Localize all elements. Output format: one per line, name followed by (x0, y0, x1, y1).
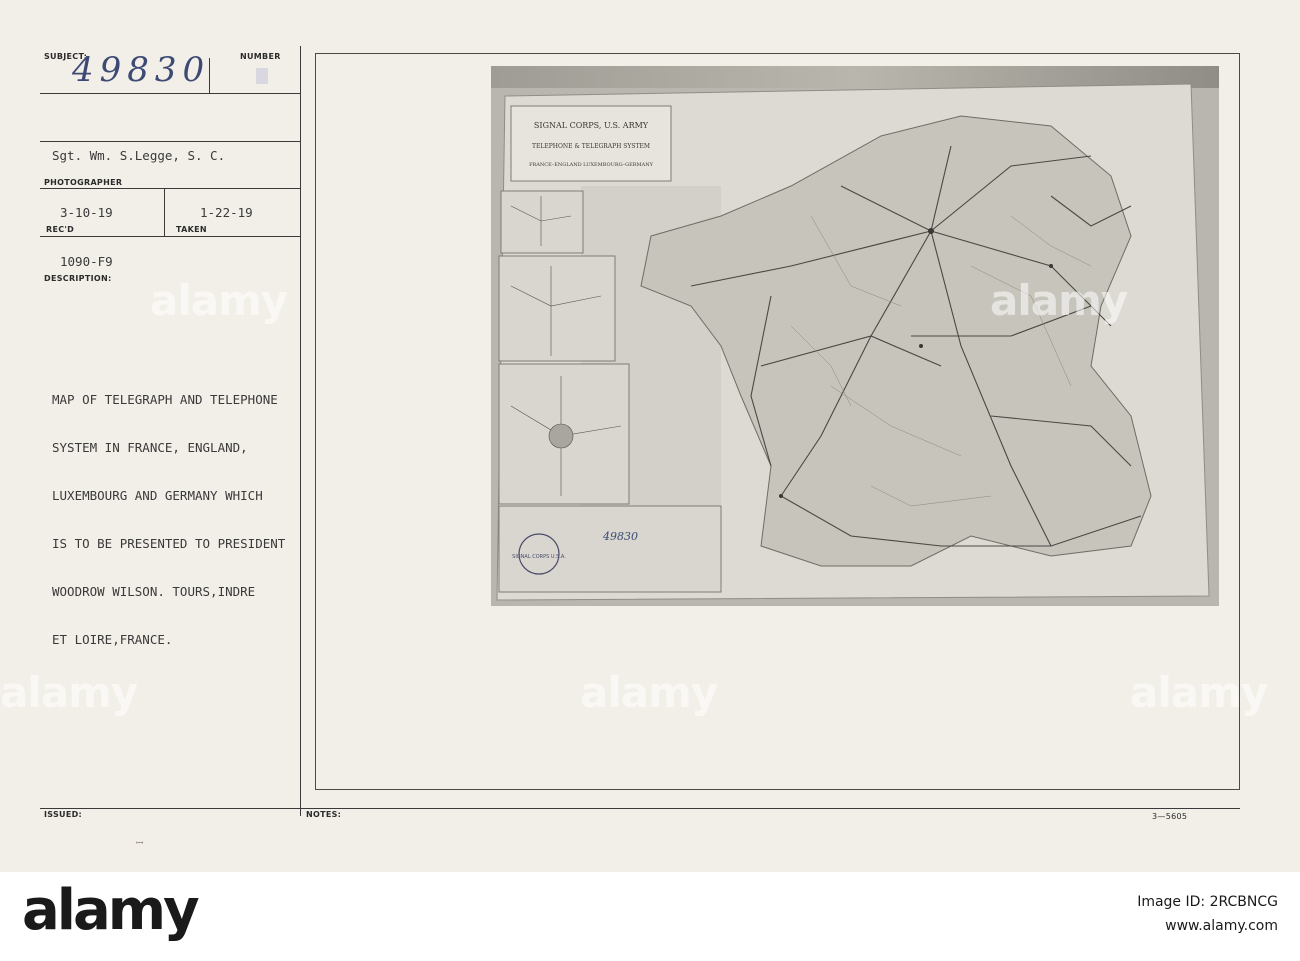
form-rule (40, 236, 300, 237)
description-text: MAP OF TELEGRAPH AND TELEPHONE SYSTEM IN… (52, 360, 285, 680)
stock-footer: alamy Image ID: 2RCBNCG www.alamy.com (0, 872, 1300, 961)
subject-number: 49830 (72, 50, 211, 90)
watermark: alamy (580, 668, 718, 717)
form-number: 3—5605 (1152, 812, 1188, 821)
description-line: SYSTEM IN FRANCE, ENGLAND, (52, 440, 248, 455)
map-title-line: TELEPHONE & TELEGRAPH SYSTEM (532, 143, 650, 150)
archive-record-card: SUBJECT: NUMBER 49830 Sgt. Wm. S.Legge, … (0, 0, 1300, 872)
map-photograph: SIGNAL CORPS, U.S. ARMY TELEPHONE & TELE… (491, 66, 1219, 606)
background-wall (491, 66, 1219, 88)
description-line: IS TO BE PRESENTED TO PRESIDENT (52, 536, 286, 551)
footer-logo[interactable]: alamy (22, 878, 200, 943)
inset-map (498, 255, 616, 362)
map-title-line: SIGNAL CORPS, U.S. ARMY (534, 121, 649, 130)
map-svg: SIGNAL CORPS, U.S. ARMY TELEPHONE & TELE… (491, 66, 1219, 606)
watermark: alamy (150, 276, 288, 325)
notes-label: NOTES: (306, 810, 342, 819)
form-rule (40, 141, 300, 142)
description-line: WOODROW WILSON. TOURS,INDRE (52, 584, 256, 599)
stamp-number: 49830 (602, 530, 638, 543)
received-label: REC'D (46, 225, 75, 234)
received-date: 3-10-19 (60, 205, 113, 220)
description-line: LUXEMBOURG AND GERMANY WHICH (52, 488, 263, 503)
map-title-line: FRANCE–ENGLAND LUXEMBOURG–GERMANY (529, 162, 654, 168)
inset-map (498, 505, 722, 593)
watermark: alamy (1130, 668, 1268, 717)
stamp-text: SIGNAL CORPS U.S.A. (512, 554, 566, 560)
photographer-name: Sgt. Wm. S.Legge, S. C. (52, 148, 226, 163)
pencil-mark: ꟷ (136, 839, 144, 849)
form-rule (40, 188, 300, 189)
taken-date: 1-22-19 (200, 205, 253, 220)
form-rule (40, 93, 300, 94)
description-label: DESCRIPTION: (44, 274, 112, 283)
form-divider (300, 46, 301, 816)
hub-marker (928, 228, 934, 234)
number-label: NUMBER (240, 52, 281, 61)
photographer-label: PHOTOGRAPHER (44, 178, 123, 187)
inset-map (500, 190, 584, 254)
form-divider (164, 188, 165, 236)
taken-label: TAKEN (176, 225, 207, 234)
image-id: Image ID: 2RCBNCG (1137, 894, 1278, 910)
site-link[interactable]: www.alamy.com (1165, 918, 1278, 934)
description-line: ET LOIRE,FRANCE. (52, 632, 173, 647)
watermark: alamy (0, 668, 138, 717)
description-line: MAP OF TELEGRAPH AND TELEPHONE (52, 392, 278, 407)
watermark: alamy (990, 276, 1128, 325)
number-stamp (256, 68, 268, 84)
record-code: 1090-F9 (60, 254, 113, 269)
issued-label: ISSUED: (44, 810, 83, 819)
footer-rule (40, 808, 1240, 809)
